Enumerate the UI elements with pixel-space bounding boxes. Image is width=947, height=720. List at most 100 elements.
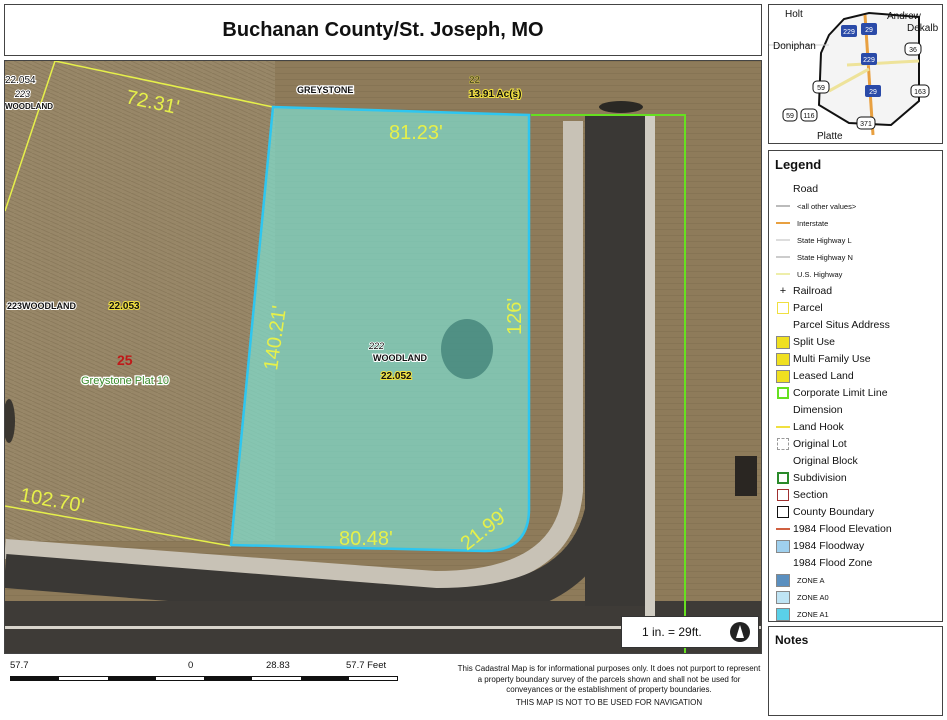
legend-item: Interstate: [773, 215, 828, 231]
notes-panel: Notes: [768, 626, 943, 716]
label-woodland-parcel: WOODLAND: [373, 353, 427, 363]
legend-symbol: [773, 471, 793, 485]
vehicle: [735, 456, 757, 496]
svg-text:Andrew: Andrew: [887, 11, 922, 22]
dim-right: 126': [504, 298, 526, 335]
legend-item: Section: [773, 487, 828, 503]
label-section-25: 25: [117, 352, 133, 368]
legend-label: Subdivision: [793, 472, 847, 484]
aerial-map[interactable]: GREYSTONE 22 13.91 Ac(s) 22.054 223 WOOD…: [5, 61, 762, 654]
label-parcel-22: 22: [469, 75, 481, 86]
legend-label: ZONE A0: [797, 592, 829, 602]
legend-item: Multi Family Use: [773, 351, 871, 367]
svg-text:29: 29: [869, 89, 877, 96]
legend-symbol: [773, 216, 793, 230]
culvert: [599, 101, 643, 113]
legend-item: State Highway N: [773, 249, 853, 265]
svg-text:116: 116: [803, 113, 814, 120]
legend-item: Subdivision: [773, 470, 847, 486]
legend-item: + Railroad: [773, 283, 832, 299]
label-greystone: GREYSTONE: [297, 85, 353, 95]
label-area: 13.91 Ac(s): [469, 89, 521, 100]
legend-label: <all other values>: [797, 201, 857, 211]
legend-item: ZONE A1: [773, 606, 829, 622]
legend-label: Original Lot: [793, 438, 847, 450]
legend-label: U.S. Highway: [797, 269, 843, 279]
scale-ratio-box: 1 in. = 29ft.: [621, 616, 759, 648]
legend-symbol: [773, 505, 793, 519]
map-view[interactable]: GREYSTONE 22 13.91 Ac(s) 22.054 223 WOOD…: [4, 60, 762, 654]
svg-text:Platte: Platte: [817, 131, 843, 142]
svg-text:36: 36: [909, 47, 917, 54]
legend-label: Parcel Situs Address: [793, 319, 890, 331]
legend-label: Leased Land: [793, 370, 854, 382]
svg-text:59: 59: [786, 113, 794, 120]
legend-item: Corporate Limit Line: [773, 385, 888, 401]
legend-symbol: [773, 607, 793, 621]
legend-label: Land Hook: [793, 421, 844, 433]
legend-label: Original Block: [793, 455, 858, 467]
tree-cluster: [441, 319, 493, 379]
dim-top: 81.23': [389, 122, 443, 144]
svg-text:Holt: Holt: [785, 9, 803, 20]
legend-item: Original Block: [773, 453, 858, 469]
label-22-052: 22.052: [381, 371, 412, 382]
legend-label: 1984 Flood Zone: [793, 557, 873, 569]
legend-item: Leased Land: [773, 368, 854, 384]
legend-item: U.S. Highway: [773, 266, 842, 282]
locator-map[interactable]: Holt Andrew Dekalb Doniphan Platte 229 2…: [768, 4, 943, 144]
svg-text:29: 29: [865, 27, 873, 34]
legend-title: Legend: [775, 157, 822, 172]
legend-item: State Highway L: [773, 232, 852, 248]
svg-text:229: 229: [843, 29, 855, 36]
legend-symbol: [773, 335, 793, 349]
legend-label: Railroad: [793, 285, 833, 297]
legend-label: 1984 Flood Elevation: [793, 523, 892, 535]
legend-item: Parcel Situs Address: [773, 317, 890, 333]
legend-symbol: [773, 386, 793, 400]
legend-symbol: +: [779, 284, 787, 297]
svg-text:229: 229: [863, 57, 875, 64]
legend-label: Split Use: [793, 336, 836, 348]
label-22-053: 22.053: [109, 301, 140, 312]
legend-label: Dimension: [793, 404, 843, 416]
legend-item: ZONE A: [773, 572, 825, 588]
legend-symbol: [773, 301, 793, 315]
legend-item: Parcel: [773, 300, 823, 316]
label-plat: Greystone Plat 10: [81, 375, 169, 387]
locator-map-svg: Holt Andrew Dekalb Doniphan Platte 229 2…: [769, 5, 942, 143]
legend-item: 1984 Flood Zone: [773, 555, 872, 571]
legend-item: 1984 Flood Elevation: [773, 521, 892, 537]
legend-symbol: [773, 369, 793, 383]
legend-label: Road: [793, 183, 819, 195]
notes-title: Notes: [775, 633, 809, 647]
north-arrow-icon: [730, 622, 750, 642]
legend-panel: Legend Road <all other values> Interstate S…: [768, 150, 943, 622]
scalebar-label-zero: 0: [188, 660, 194, 671]
legend-item: County Boundary: [773, 504, 874, 520]
legend-item: Dimension: [773, 402, 843, 418]
legend-symbol: [773, 420, 793, 434]
svg-text:Dekalb: Dekalb: [907, 23, 939, 34]
legend-symbol: [773, 556, 793, 570]
legend-label: ZONE A: [797, 575, 825, 585]
legend-label: Multi Family Use: [793, 353, 871, 365]
legend-symbol: [773, 352, 793, 366]
legend-symbol: [773, 437, 793, 451]
scalebar-label-left: 57.7: [10, 660, 29, 671]
svg-text:371: 371: [860, 121, 872, 128]
legend-item: Road: [773, 181, 818, 197]
road-east: [585, 116, 645, 606]
legend-label: 1984 Floodway: [793, 540, 865, 552]
legend-symbol: [773, 250, 793, 264]
scalebar: [10, 676, 398, 681]
dim-bottom: 80.48': [339, 528, 393, 550]
legend-label: ZONE A1: [797, 609, 829, 619]
legend-label: State Highway N: [797, 252, 853, 262]
legend-label: Parcel: [793, 302, 823, 314]
legend-label: State Highway L: [797, 235, 852, 245]
label-woodland-top: WOODLAND: [5, 102, 53, 111]
legend-symbol: [773, 590, 793, 604]
map-title: Buchanan County/St. Joseph, MO: [222, 18, 544, 41]
scalebar-label-right: 57.7 Feet: [346, 660, 387, 671]
